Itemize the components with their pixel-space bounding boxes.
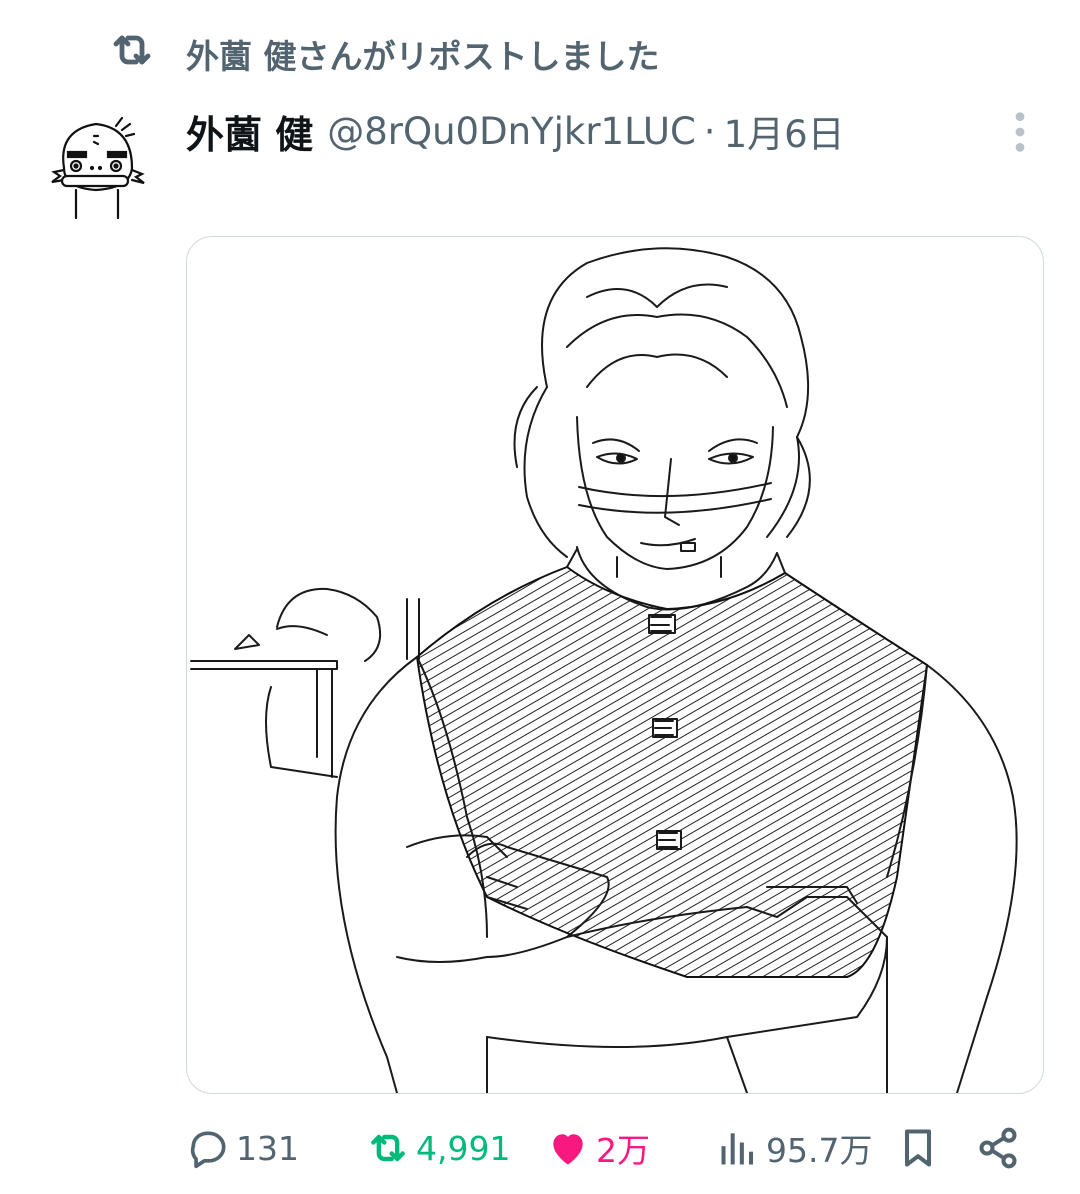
bookmark-icon [904,1129,932,1167]
avatar[interactable] [44,108,150,220]
repost-icon [371,1134,405,1162]
repost-banner[interactable]: 外薗 健さんがリポストしました [108,28,660,80]
like-count: 2万 [596,1131,650,1170]
reply-icon [190,1131,226,1169]
more-vertical-icon [1015,112,1025,152]
bookmark-button[interactable] [896,1118,940,1178]
views-button[interactable]: 95.7万 [716,1118,872,1178]
more-button[interactable] [1000,108,1040,156]
post-media-image[interactable] [186,236,1044,1094]
author-name[interactable]: 外薗 健 [186,104,313,159]
like-button[interactable]: 2万 [546,1118,650,1178]
repost-count: 4,991 [416,1128,511,1168]
view-count: 95.7万 [766,1131,873,1170]
views-chart-icon [721,1133,754,1165]
illustration-image [190,247,1018,1093]
heart-icon [553,1134,583,1165]
action-bar: 131 4,991 2万 95.7万 [186,1118,1036,1178]
share-button[interactable] [976,1118,1020,1178]
repost-button[interactable]: 4,991 [366,1118,510,1178]
reply-count: 131 [236,1128,299,1168]
repost-icon [108,26,156,82]
separator-dot: · [703,109,716,153]
post-header: 外薗 健 @8rQu0DnYjkr1LUC · 1月6日 [186,100,845,162]
repost-banner-text: 外薗 健さんがリポストしました [186,37,660,76]
author-handle[interactable]: @8rQu0DnYjkr1LUC [327,110,696,153]
reply-button[interactable]: 131 [186,1118,299,1178]
share-icon [979,1127,1017,1169]
post-date[interactable]: 1月6日 [724,104,845,158]
